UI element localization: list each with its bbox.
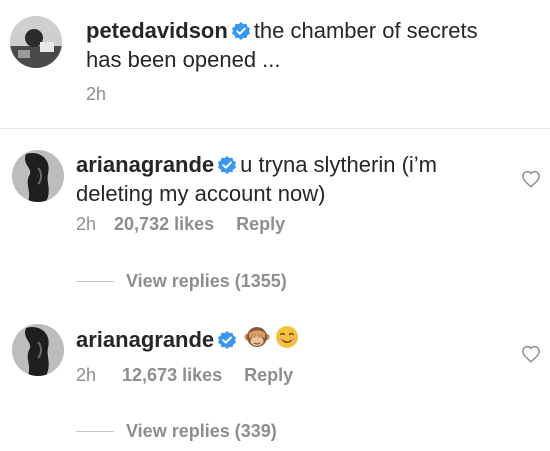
comment-1-timestamp: 2h — [76, 214, 97, 234]
smiling-face-icon — [276, 326, 299, 348]
comment-1-username[interactable]: arianagrande — [76, 152, 214, 177]
post-caption: petedavidson the chamber of secrets has b… — [86, 16, 526, 74]
post-caption-line1: the chamber of secrets — [253, 18, 478, 43]
verified-badge-icon — [231, 22, 250, 40]
avatar-image — [12, 324, 64, 376]
verified-badge-icon — [218, 331, 237, 349]
verified-badge-icon — [218, 156, 237, 174]
comment-2-reply-button[interactable]: Reply — [244, 365, 293, 386]
comment-1-meta: 2h 20,732 likes Reply — [76, 214, 285, 235]
comment-1-likes[interactable]: 20,732 likes — [114, 214, 214, 235]
comment-2-likes[interactable]: 12,673 likes — [122, 365, 222, 386]
see-no-evil-monkey-icon — [244, 327, 270, 347]
replies-dash — [76, 281, 114, 282]
comment-1-view-replies[interactable]: View replies (1355) — [76, 271, 287, 292]
avatar-arianagrande[interactable] — [12, 150, 64, 202]
comment-2-timestamp: 2h — [76, 365, 97, 385]
comment-1-view-replies-label[interactable]: View replies (1355) — [126, 271, 287, 292]
avatar-image — [12, 150, 64, 202]
post-meta: 2h — [86, 84, 106, 105]
comment-2-meta: 2h 12,673 likes Reply — [76, 365, 293, 386]
avatar-arianagrande[interactable] — [12, 324, 64, 376]
post-caption-line2: has been opened ... — [86, 47, 281, 72]
comment-1-reply-button[interactable]: Reply — [236, 214, 285, 235]
post-username[interactable]: petedavidson — [86, 18, 228, 43]
divider — [0, 128, 550, 129]
like-heart-icon[interactable] — [521, 170, 541, 188]
like-heart-icon[interactable] — [521, 345, 541, 363]
avatar-image — [10, 16, 62, 68]
avatar-petedavidson[interactable] — [10, 16, 62, 68]
comment-2-view-replies[interactable]: View replies (339) — [76, 421, 277, 442]
comment-2-text: arianagrande — [76, 324, 516, 354]
comment-2-view-replies-label[interactable]: View replies (339) — [126, 421, 277, 442]
comment-2-username[interactable]: arianagrande — [76, 327, 214, 352]
replies-dash — [76, 431, 114, 432]
post-timestamp: 2h — [86, 84, 107, 104]
comment-1-line1: u tryna slytherin (i’m — [240, 152, 438, 177]
comment-1-text: arianagrande u tryna slytherin (i’m delet… — [76, 150, 516, 208]
comment-1-line2: deleting my account now) — [76, 181, 326, 206]
